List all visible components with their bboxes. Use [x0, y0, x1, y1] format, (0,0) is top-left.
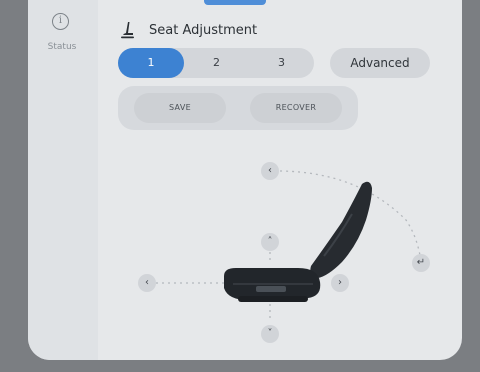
- seat-adjustment-panel: i Status Seat Adjustment 1 2 3 Advanced …: [28, 0, 462, 360]
- chevron-right-icon: ›: [338, 277, 342, 288]
- recline-icon: ↵: [416, 257, 426, 268]
- chevron-up-icon: ˄: [267, 236, 273, 247]
- seat-down-button[interactable]: ˅: [261, 325, 279, 343]
- chevron-down-icon: ˅: [267, 328, 273, 339]
- seat-forward-button[interactable]: ‹: [138, 274, 156, 292]
- backrest-backward-button[interactable]: ↵: [412, 254, 430, 272]
- chevron-left-icon: ‹: [145, 277, 149, 288]
- chevron-left-icon: ‹: [268, 165, 272, 176]
- backrest-forward-button[interactable]: ‹: [261, 162, 279, 180]
- seat-backward-button[interactable]: ›: [331, 274, 349, 292]
- seat-up-button[interactable]: ˄: [261, 233, 279, 251]
- seat-illustration: [156, 170, 422, 322]
